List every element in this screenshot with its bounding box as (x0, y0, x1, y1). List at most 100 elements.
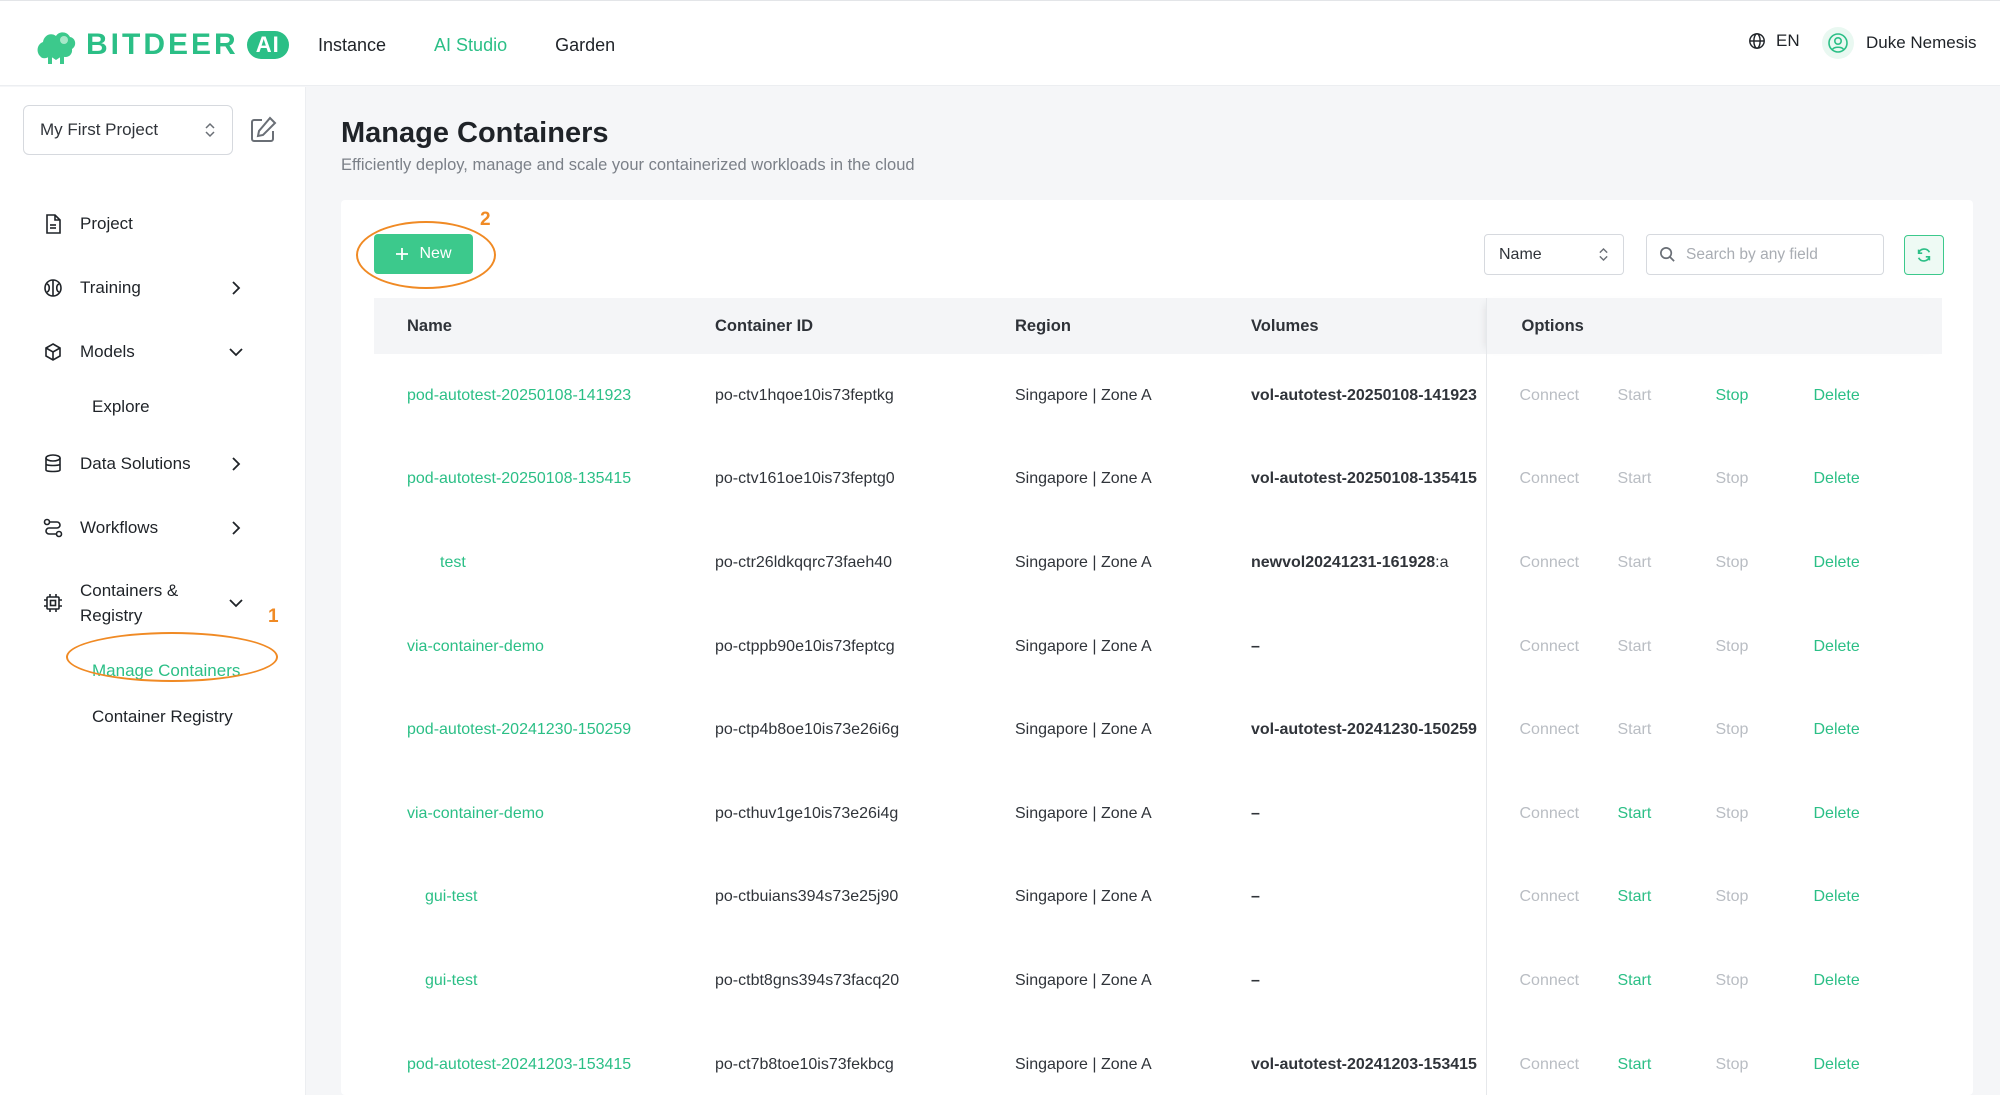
volume-name: – (1251, 971, 1260, 989)
container-region: Singapore | Zone A (1015, 888, 1152, 906)
language-switcher[interactable]: EN (1748, 31, 1800, 51)
container-name-link[interactable]: gui-test (374, 939, 682, 1023)
connect-button[interactable]: Connect (1520, 888, 1618, 906)
connect-button[interactable]: Connect (1520, 805, 1618, 823)
delete-button[interactable]: Delete (1814, 805, 1912, 823)
container-name-link[interactable]: pod-autotest-20241230-150259 (374, 688, 682, 772)
brand-logo[interactable]: BITDEER AI (34, 25, 289, 65)
start-button[interactable]: Start (1618, 554, 1716, 572)
volume-suffix: :a (1435, 553, 1449, 571)
search-input[interactable] (1686, 245, 1866, 264)
volume-name: – (1251, 804, 1260, 822)
connect-button[interactable]: Connect (1520, 972, 1618, 990)
globe-icon (1749, 33, 1765, 49)
delete-button[interactable]: Delete (1814, 387, 1912, 405)
sidebar-item-models[interactable]: Models (0, 320, 306, 384)
stop-button[interactable]: Stop (1716, 387, 1814, 405)
nav-ai-studio[interactable]: AI Studio (434, 31, 507, 59)
delete-button[interactable]: Delete (1814, 470, 1912, 488)
start-button[interactable]: Start (1618, 972, 1716, 990)
search-field-value: Name (1499, 245, 1542, 263)
table-row: pod-autotest-20250108-135415 po-ctv161oe1… (374, 437, 1942, 522)
start-button[interactable]: Start (1618, 888, 1716, 906)
column-header-region: Region (982, 298, 1218, 354)
sidebar-item-training[interactable]: Training (0, 256, 306, 320)
container-region: Singapore | Zone A (1015, 386, 1152, 404)
container-name-link[interactable]: pod-autotest-20250108-141923 (374, 354, 682, 438)
nav-instance[interactable]: Instance (318, 31, 386, 59)
stop-button[interactable]: Stop (1716, 805, 1814, 823)
search-field-select[interactable]: Name (1484, 234, 1624, 275)
container-id: po-ctbuians394s73e25j90 (715, 888, 899, 906)
container-name-link[interactable]: via-container-demo (374, 772, 682, 856)
table-row: via-container-demo po-cthuv1ge10is73e26i4… (374, 771, 1942, 856)
connect-button[interactable]: Connect (1520, 1056, 1618, 1074)
sidebar-item-label: Project (80, 214, 133, 233)
start-button[interactable]: Start (1618, 1056, 1716, 1074)
sidebar-item-label: Data Solutions (80, 454, 191, 473)
containers-table: Name Container ID Region Volumes Options… (374, 298, 1942, 1095)
project-select[interactable]: My First Project (23, 105, 233, 155)
delete-button[interactable]: Delete (1814, 721, 1912, 739)
sidebar-item-data-solutions[interactable]: Data Solutions (0, 432, 306, 496)
sidebar-item-workflows[interactable]: Workflows (0, 496, 306, 560)
sidebar-item-label: Workflows (80, 518, 159, 537)
start-button[interactable]: Start (1618, 387, 1716, 405)
container-volume: – (1218, 605, 1486, 689)
sidebar-item-project[interactable]: Project (0, 192, 306, 256)
chevron-right-icon (232, 281, 241, 295)
row-options: Connect Start Stop Delete (1485, 688, 1942, 772)
page-subtitle: Efficiently deploy, manage and scale you… (341, 156, 915, 174)
search-box[interactable] (1646, 234, 1884, 275)
refresh-icon (1917, 248, 1931, 262)
container-id: po-ctr26ldkqqrc73faeh40 (715, 553, 893, 571)
container-name-link[interactable]: pod-autotest-20250108-135415 (374, 438, 682, 522)
start-button[interactable]: Start (1618, 805, 1716, 823)
delete-button[interactable]: Delete (1814, 1056, 1912, 1074)
stop-button[interactable]: Stop (1716, 972, 1814, 990)
container-name-link[interactable]: gui-test (374, 856, 682, 940)
container-id: po-ctp4b8oe10is73e26i6g (715, 721, 900, 739)
container-name-link[interactable]: pod-autotest-20241203-153415 (374, 1023, 682, 1095)
container-region: Singapore | Zone A (1015, 637, 1152, 655)
user-menu[interactable]: Duke Nemesis (1822, 27, 1977, 59)
delete-button[interactable]: Delete (1814, 638, 1912, 656)
stop-button[interactable]: Stop (1716, 721, 1814, 739)
sidebar-subitem-explore[interactable]: Explore (0, 384, 306, 430)
container-id: po-ct7b8toe10is73fekbcg (715, 1055, 894, 1073)
stop-button[interactable]: Stop (1716, 470, 1814, 488)
stop-button[interactable]: Stop (1716, 1056, 1814, 1074)
row-options: Connect Start Stop Delete (1485, 604, 1942, 689)
stop-button[interactable]: Stop (1716, 554, 1814, 572)
sidebar-subitem-container-registry[interactable]: Container Registry (0, 694, 306, 740)
chevron-down-icon (229, 599, 243, 608)
delete-button[interactable]: Delete (1814, 972, 1912, 990)
delete-button[interactable]: Delete (1814, 554, 1912, 572)
table-row: pod-autotest-20241230-150259 po-ctp4b8oe1… (374, 688, 1942, 772)
connect-button[interactable]: Connect (1520, 387, 1618, 405)
stop-button[interactable]: Stop (1716, 638, 1814, 656)
container-name-link[interactable]: test (374, 521, 682, 605)
container-id: po-ctv161oe10is73feptg0 (715, 470, 895, 488)
connect-button[interactable]: Connect (1520, 470, 1618, 488)
connect-button[interactable]: Connect (1520, 721, 1618, 739)
page-title: Manage Containers (341, 117, 609, 149)
top-bar: BITDEER AI Instance AI Studio Garden EN … (0, 0, 2000, 86)
connect-button[interactable]: Connect (1520, 554, 1618, 572)
row-options: Connect Start Stop Delete (1485, 771, 1942, 856)
delete-button[interactable]: Delete (1814, 888, 1912, 906)
chip-icon (44, 594, 62, 612)
start-button[interactable]: Start (1618, 721, 1716, 739)
container-name-link[interactable]: via-container-demo (374, 605, 682, 689)
edit-icon[interactable] (248, 115, 278, 145)
stop-button[interactable]: Stop (1716, 888, 1814, 906)
container-volume: – (1218, 856, 1486, 940)
start-button[interactable]: Start (1618, 470, 1716, 488)
refresh-button[interactable] (1904, 235, 1944, 275)
start-button[interactable]: Start (1618, 638, 1716, 656)
container-volume: vol-autotest-20241203-153415 (1218, 1023, 1486, 1095)
document-icon (46, 214, 61, 234)
nav-garden[interactable]: Garden (555, 31, 615, 59)
database-icon (45, 454, 61, 473)
connect-button[interactable]: Connect (1520, 638, 1618, 656)
